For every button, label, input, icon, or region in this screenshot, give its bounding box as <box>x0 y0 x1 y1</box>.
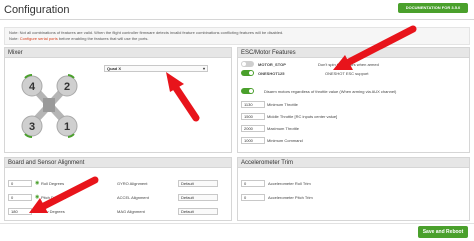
red-arrow-icon <box>166 72 200 122</box>
red-arrow-icon <box>333 25 417 70</box>
annotation-overlay <box>29 25 417 213</box>
red-arrow-icon <box>29 176 99 213</box>
